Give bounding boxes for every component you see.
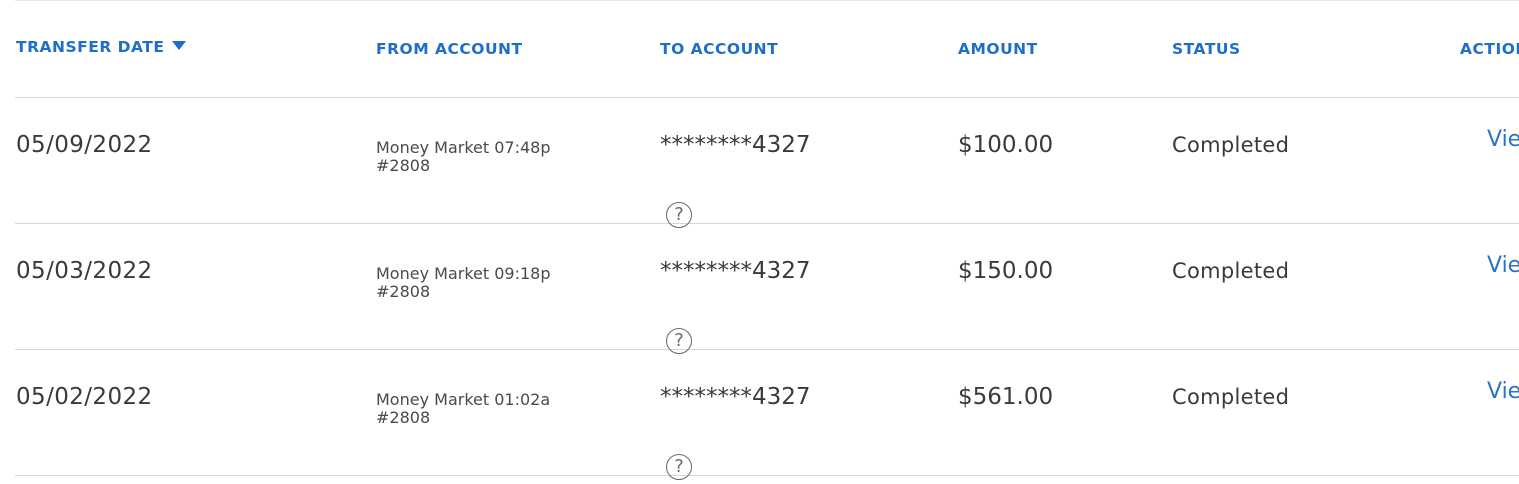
transfer-amount: $561.00 [958, 384, 1054, 410]
table-row: 05/03/2022 Money Market 09:18p #2808 ***… [15, 224, 1519, 354]
from-account: Money Market 01:02a #2808 [376, 391, 550, 427]
from-account-name: Money Market 09:18p [376, 264, 551, 283]
from-account-number: #2808 [376, 282, 431, 301]
to-account-number: ********4327 [660, 132, 811, 158]
transfer-status: Completed [1172, 259, 1290, 283]
from-account-name: Money Market 07:48p [376, 138, 551, 157]
view-link[interactable]: View [1487, 379, 1519, 404]
from-account: Money Market 07:48p #2808 [376, 139, 550, 175]
header-amount: AMOUNT [958, 40, 1038, 58]
help-icon[interactable]: ? [666, 454, 692, 480]
header-actions: ACTIONS [1460, 40, 1519, 58]
transfer-date: 05/03/2022 [16, 258, 153, 284]
view-link[interactable]: View [1487, 253, 1519, 278]
from-account-name: Money Market 01:02a [376, 390, 551, 409]
to-account: ********4327 ? [660, 258, 811, 354]
from-account-number: #2808 [376, 156, 431, 175]
header-status: STATUS [1172, 40, 1241, 58]
header-transfer-date[interactable]: TRANSFER DATE [16, 37, 187, 57]
from-account-number: #2808 [376, 408, 431, 427]
header-to-account: TO ACCOUNT [660, 40, 779, 58]
view-link[interactable]: View [1487, 127, 1519, 152]
transfer-amount: $150.00 [958, 258, 1054, 284]
to-account-number: ********4327 [660, 384, 811, 410]
to-account: ********4327 ? [660, 132, 811, 228]
transfer-status: Completed [1172, 385, 1290, 409]
header-transfer-date-label: TRANSFER DATE [16, 38, 165, 56]
caret-down-icon [172, 41, 187, 50]
transfers-table: TRANSFER DATE FROM ACCOUNT TO ACCOUNT AM… [15, 1, 1519, 480]
to-account-number: ********4327 [660, 258, 811, 284]
from-account: Money Market 09:18p #2808 [376, 265, 550, 301]
transfer-date: 05/09/2022 [16, 132, 153, 158]
transfer-date: 05/02/2022 [16, 384, 153, 410]
header-from-account: FROM ACCOUNT [376, 40, 523, 58]
table-row: 05/09/2022 Money Market 07:48p #2808 ***… [15, 98, 1519, 228]
to-account: ********4327 ? [660, 384, 811, 480]
table-header-row: TRANSFER DATE FROM ACCOUNT TO ACCOUNT AM… [15, 1, 1519, 98]
table-row: 05/02/2022 Money Market 01:02a #2808 ***… [15, 350, 1519, 480]
transfer-amount: $100.00 [958, 132, 1054, 158]
transfer-status: Completed [1172, 133, 1290, 157]
